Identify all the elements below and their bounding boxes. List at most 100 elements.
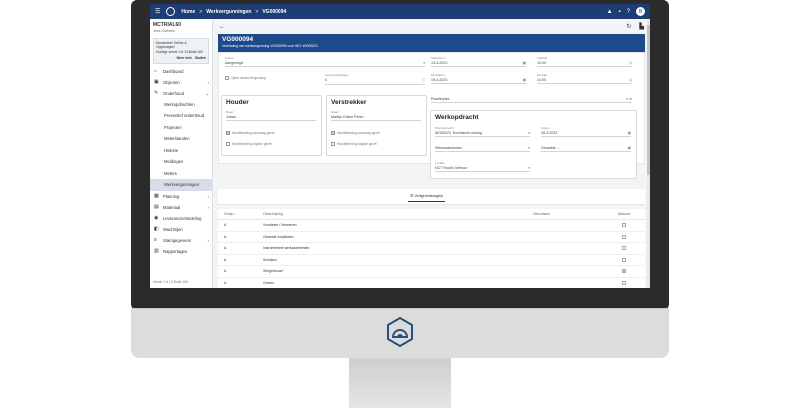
work-order-date-field[interactable]: Datum 28-3-2023 ▦ [541, 126, 631, 137]
sidebar-item-stamgegevens[interactable]: ≡ Stamgegevens › [150, 235, 212, 246]
page-title: VG000094 [222, 36, 254, 43]
approved-checkbox[interactable] [622, 223, 626, 228]
table-row[interactable]: A Schrijven [218, 255, 645, 266]
table-row[interactable]: A Voordelen / Verwarren [218, 220, 645, 232]
sidebar-item-onderhoud[interactable]: ✎ Onderhoud ⌄ [150, 88, 212, 99]
sidebar-item-label: Onderhoud [163, 90, 184, 96]
table-row[interactable]: A Graven [218, 278, 645, 289]
end-date-label: Einddatum [431, 73, 446, 77]
avatar[interactable]: B [636, 7, 645, 16]
col-header-description[interactable]: Omschrijving [263, 212, 533, 216]
cell-description: Instrumentele werkzaamheden [263, 246, 310, 251]
user-role: Jens Corbello [153, 29, 175, 33]
work-order-select[interactable]: Werkopdracht WO00021 Technische storing ▾ [435, 126, 530, 137]
col-header-group[interactable]: Groep ↑ [218, 212, 263, 216]
close-button[interactable]: Sluiten [195, 56, 206, 60]
clock-icon[interactable]: ◷ [629, 78, 632, 82]
table-row[interactable]: A Gewelde holplekken [218, 232, 645, 243]
info-icon[interactable]: ⓘ [421, 78, 425, 83]
work-order-title: Werkopdracht [435, 114, 479, 121]
approved-checkbox[interactable] [622, 246, 626, 251]
approved-checkbox[interactable] [622, 269, 626, 274]
breadcrumb-current: VG000094 [262, 8, 287, 15]
list-icon: ≡ [154, 237, 157, 244]
end-date-value: 19-4-2023 [431, 78, 448, 82]
breadcrumb-separator: > [199, 8, 203, 15]
sidebar-item-label: Wachtrijen [163, 226, 183, 232]
breadcrumb-werkvergunningen[interactable]: Werkvergunningen [206, 9, 251, 15]
refresh-icon[interactable]: ↻ [626, 23, 631, 30]
sidebar-subitem-meterstanden[interactable]: Meterstanden [150, 133, 212, 145]
chat-icon[interactable]: ▪ [619, 9, 621, 15]
holder-name-field[interactable]: Naam Johan [226, 110, 316, 121]
sidebar-subitem-werkopdrachten[interactable]: Werkopdrachten [150, 99, 212, 111]
sidebar-item-materiaal[interactable]: ▤ Materiaal › [150, 202, 212, 213]
sidebar-item-dashboard[interactable]: ⌂ Dashboard [150, 66, 212, 77]
issuer-issue-checkbox[interactable]: Handtekening uitgave gezet [331, 142, 377, 146]
sidebar-subitem-meldingen[interactable]: Meldingen [150, 156, 212, 168]
calendar-icon[interactable]: ▦ [523, 78, 526, 82]
open-permit-checkbox[interactable]: Open werkenvergunning [225, 76, 266, 80]
col-header-approved[interactable]: Akkoord [603, 212, 645, 216]
chevron-right-icon: › [207, 237, 209, 243]
work-order-value: WO00021 Technische storing [435, 131, 482, 135]
workdays-field[interactable]: Aantal werkdagen 0 ⓘ [325, 73, 425, 85]
holder-issue-checkbox[interactable]: Handtekening uitgave gezet [226, 142, 272, 146]
table-row[interactable]: A Instrumentele werkzaamheden [218, 243, 645, 255]
sidebar-item-leveranciers[interactable]: ◉ Leveranciersindeling [150, 213, 212, 224]
back-arrow-icon[interactable]: ← [219, 24, 225, 30]
cube-icon: ▣ [154, 79, 159, 86]
sidebar-item-objecten[interactable]: ▣ Objecten › [150, 77, 212, 88]
cell-description: Gewelde holplekken [263, 234, 294, 239]
app-logo-icon[interactable] [166, 7, 176, 16]
start-date-field[interactable]: Startdatum 19-4-2023 ▦ [431, 56, 526, 67]
sidebar-item-label: Rapportages [163, 248, 187, 254]
activities-select[interactable]: Werkzaamheden ▾ [435, 145, 530, 152]
vertical-scrollbar[interactable] [647, 19, 650, 288]
bell-icon[interactable]: ▲ [607, 9, 613, 15]
position-select[interactable]: Positie/plek ▾ ⊕ [431, 96, 632, 103]
holder-request-checkbox[interactable]: Handtekening aanvraag gezet [226, 131, 275, 135]
col-header-outcomes[interactable]: Uitkomsten [533, 212, 603, 216]
more-info-button[interactable]: Meer Info [177, 56, 192, 60]
calendar-icon[interactable]: ▦ [628, 146, 631, 150]
chevron-down-icon: ▾ ⊕ [626, 97, 632, 101]
work-order-date-value: 28-3-2023 [541, 131, 558, 135]
sidebar-item-label: Planning [163, 193, 180, 199]
sidebar-item-label: Dashboard [163, 68, 184, 74]
approved-checkbox[interactable] [622, 234, 626, 239]
sidebar-subitem-historie[interactable]: Historie [150, 145, 212, 157]
sidebar-subitem-projecten[interactable]: Projecten [150, 122, 212, 134]
breadcrumb-home[interactable]: Home [181, 9, 195, 15]
table-row[interactable]: A Stergerbouw* [218, 266, 645, 278]
box-icon: ▤ [154, 204, 159, 211]
location-select[interactable]: Locatie NCT Ruurlo Verhuur ▾ [435, 161, 530, 172]
calendar-icon[interactable]: ▦ [628, 131, 631, 135]
end-time-field[interactable]: Eindtijd 14:00 ◷ [537, 73, 632, 84]
start-time-field[interactable]: Starttijd 10:00 ◷ [537, 56, 632, 67]
help-icon[interactable]: ? [627, 9, 630, 15]
sidebar-subitem-werkvergunningen[interactable]: Werkvergunningen [150, 179, 212, 191]
status-select[interactable]: Status Aangezegd ▾ [225, 56, 425, 67]
sidebar-item-wachtrijen[interactable]: ◧ Wachtrijen [150, 224, 212, 235]
sidebar-item-planning[interactable]: ▦ Planning › [150, 191, 212, 202]
menu-icon[interactable]: ☰ [155, 8, 160, 15]
cell-group: A [224, 223, 227, 228]
scrollbar-thumb[interactable] [647, 25, 650, 175]
tab-safety-rules[interactable]: ☰ Veiligheidsregels [408, 193, 445, 202]
issuer-request-checkbox[interactable]: Handtekening aanvraag gezet [331, 131, 380, 135]
approved-checkbox[interactable] [622, 257, 626, 262]
checkbox-box [331, 142, 335, 146]
sidebar-subitem-meters[interactable]: Meters [150, 168, 212, 180]
approved-checkbox[interactable] [622, 280, 626, 285]
calendar-icon[interactable]: ▦ [523, 61, 526, 65]
chevron-down-icon: ▾ [528, 146, 530, 150]
sidebar-subitem-preventief[interactable]: Preventief onderhoud [150, 110, 212, 122]
sidebar-item-rapportages[interactable]: ▥ Rapportages [150, 246, 212, 257]
save-icon[interactable]: ▙ [639, 23, 644, 30]
issuer-name-field[interactable]: Naam Martijn Online Perco [331, 110, 421, 121]
affected-label: Geraakte ... [541, 146, 560, 150]
affected-field[interactable]: Geraakte ... ▦ [541, 145, 631, 152]
clock-icon[interactable]: ◷ [629, 61, 632, 65]
end-date-field[interactable]: Einddatum 19-4-2023 ▦ [431, 73, 526, 84]
